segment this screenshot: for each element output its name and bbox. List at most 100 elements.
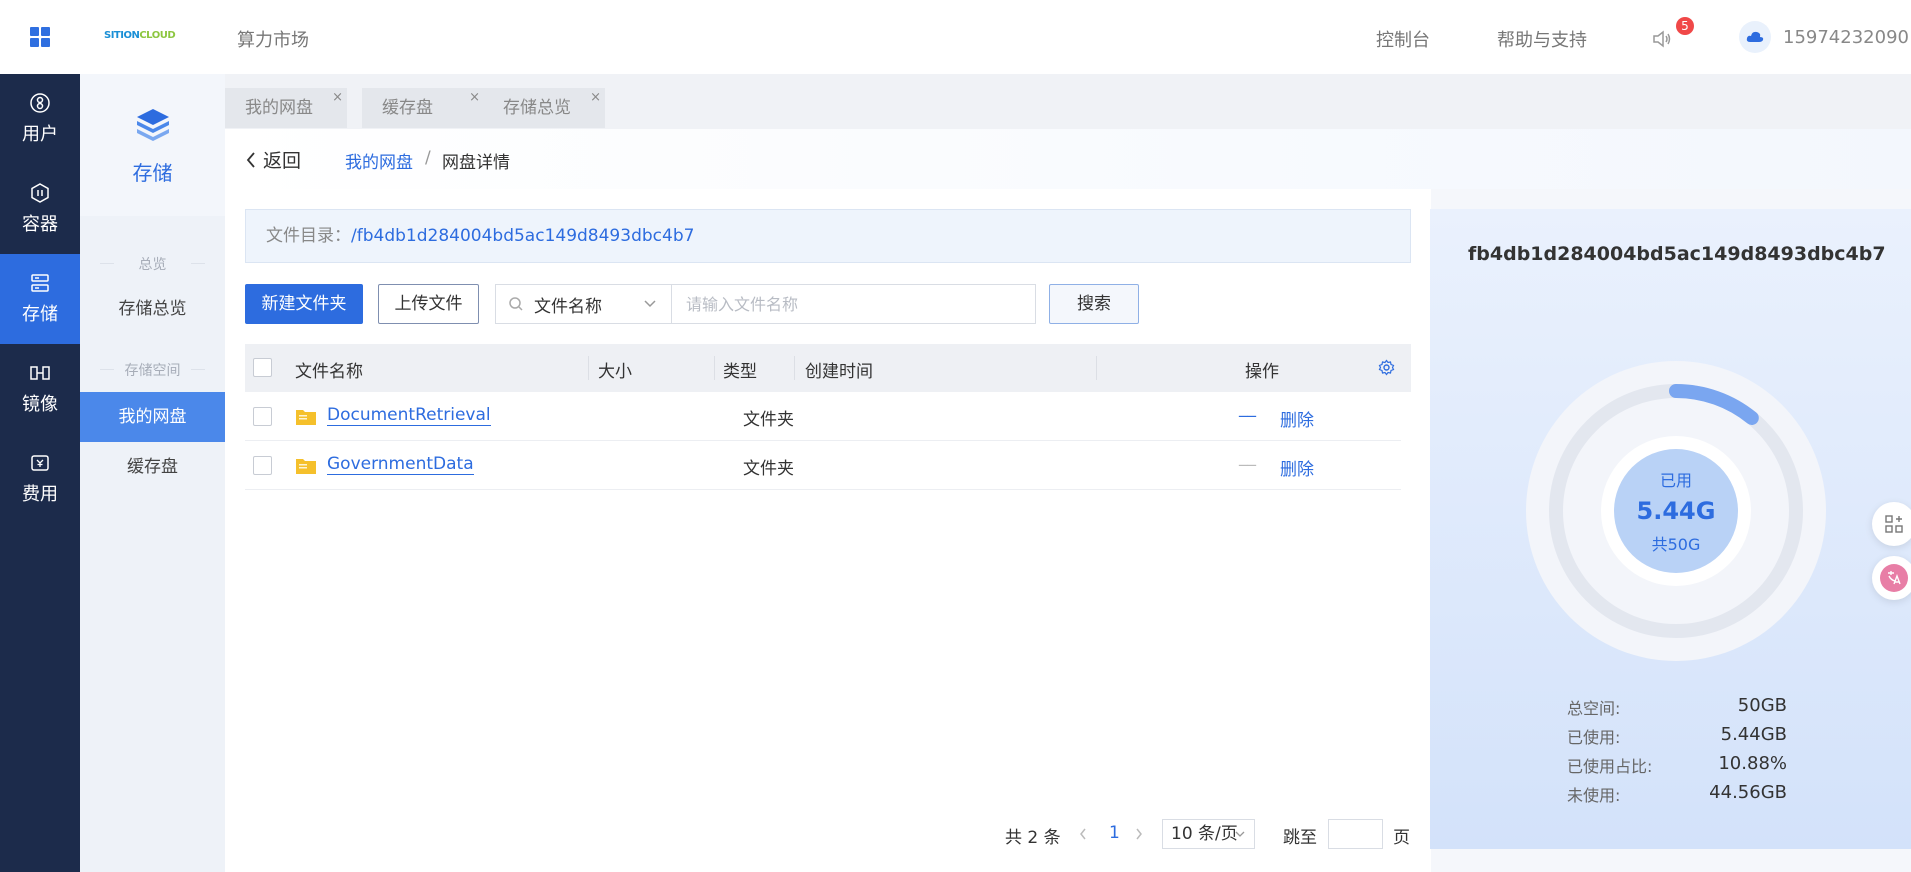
file-panel: 文件目录：/fb4db1d284004bd5ac149d8493dbc4b7 新…	[225, 189, 1431, 872]
speaker-icon[interactable]	[1651, 28, 1673, 50]
sidebar-group-storage-space: 存储空间	[80, 360, 225, 380]
search-button[interactable]: 搜索	[1049, 284, 1139, 324]
sidebar-item-cache-disk[interactable]: 缓存盘	[80, 442, 225, 492]
page-size-value: 10 条/页	[1171, 824, 1238, 844]
stat-value: 5.44GB	[1720, 724, 1787, 745]
row-checkbox[interactable]	[253, 407, 272, 426]
user-phone[interactable]: 15974232090	[1783, 27, 1909, 48]
tab-cache-disk[interactable]: 缓存盘 ×	[362, 88, 484, 128]
chevron-left-icon[interactable]	[1078, 827, 1088, 841]
column-divider	[714, 356, 715, 380]
sidebar-item-storage-overview[interactable]: 存储总览	[80, 284, 225, 334]
rail-item-fee[interactable]: 费用	[0, 434, 80, 524]
fee-icon	[31, 455, 49, 471]
user-icon	[30, 93, 50, 113]
column-header-actions: 操作	[1245, 362, 1279, 382]
stat-value: 44.56GB	[1709, 782, 1787, 803]
table-row: GovernmentData 文件夹 __ 删除	[245, 441, 1401, 490]
directory-label: 文件目录：	[266, 226, 351, 246]
row-action-placeholder[interactable]: __	[1239, 398, 1256, 418]
delete-button[interactable]: 删除	[1280, 406, 1314, 431]
floating-translate-button[interactable]	[1872, 556, 1911, 600]
nav-computing-market[interactable]: 算力市场	[237, 26, 309, 52]
close-icon[interactable]: ×	[590, 78, 601, 118]
usage-card: fb4db1d284004bd5ac149d8493dbc4b7 已用 5.44…	[1430, 209, 1911, 849]
app-grid-button[interactable]	[0, 0, 80, 74]
folder-icon	[296, 459, 316, 474]
rail-label: 容器	[22, 214, 58, 235]
rail-item-storage[interactable]: 存储	[0, 254, 80, 344]
grid-icon	[30, 27, 50, 47]
rail-item-container[interactable]: 容器	[0, 164, 80, 254]
used-value: 5.44G	[1636, 497, 1716, 525]
notification-badge: 5	[1676, 17, 1694, 35]
tab-label: 我的网盘	[245, 98, 313, 118]
rail-label: 镜像	[22, 394, 58, 415]
image-icon	[30, 366, 50, 380]
container-icon	[31, 183, 49, 203]
usage-ring-label: 已用 5.44G 共50G	[1526, 361, 1826, 661]
column-settings-icon[interactable]	[1378, 359, 1395, 376]
sidebar-header: 存储	[80, 74, 225, 216]
top-bar: SITIONCLOUD 算力市场 控制台 帮助与支持 5 15974232090	[0, 0, 1911, 76]
stat-key: 已使用:	[1567, 728, 1621, 747]
search-field-select[interactable]: 文件名称	[495, 284, 671, 324]
rail-item-user[interactable]: 用户	[0, 74, 80, 164]
select-all-checkbox[interactable]	[253, 358, 272, 377]
sidebar-group-overview: 总览	[80, 254, 225, 274]
breadcrumb-my-disk[interactable]: 我的网盘	[345, 148, 413, 173]
storage-icon	[31, 274, 49, 292]
chevron-right-icon[interactable]	[1134, 827, 1144, 841]
search-field-value: 文件名称	[534, 296, 602, 317]
breadcrumb-current: 网盘详情	[442, 153, 510, 173]
translate-icon	[1880, 564, 1908, 592]
search-input[interactable]	[671, 284, 1036, 324]
close-icon[interactable]: ×	[332, 78, 343, 118]
directory-path: 文件目录：/fb4db1d284004bd5ac149d8493dbc4b7	[245, 209, 1411, 263]
rail-label: 费用	[22, 484, 58, 505]
file-type: 文件夹	[743, 410, 794, 430]
close-icon[interactable]: ×	[469, 78, 480, 118]
floating-apps-button[interactable]	[1872, 502, 1911, 546]
main-nav-rail: 用户 容器 存储 镜像 费用	[0, 74, 80, 872]
nav-help-support[interactable]: 帮助与支持	[1497, 26, 1587, 52]
directory-value: /fb4db1d284004bd5ac149d8493dbc4b7	[351, 226, 695, 246]
tab-my-disk[interactable]: 我的网盘 ×	[225, 88, 347, 128]
sidebar-item-my-disk[interactable]: 我的网盘	[80, 392, 225, 442]
pagination: 共 2 条 1 10 条/页 跳至 页	[225, 819, 1431, 849]
stat-value: 10.88%	[1718, 753, 1787, 774]
new-folder-button[interactable]: 新建文件夹	[245, 284, 363, 324]
upload-file-button[interactable]: 上传文件	[378, 284, 479, 324]
column-header-type: 类型	[723, 362, 757, 382]
avatar[interactable]	[1739, 21, 1771, 53]
column-header-created: 创建时间	[805, 362, 873, 382]
chevron-left-icon	[246, 151, 255, 168]
stat-value: 50GB	[1737, 695, 1787, 716]
logo: SITIONCLOUD	[104, 30, 176, 41]
back-button[interactable]: 返回	[245, 146, 301, 173]
nav-console[interactable]: 控制台	[1376, 26, 1430, 52]
page-size-select[interactable]: 10 条/页	[1162, 819, 1255, 849]
column-divider	[794, 356, 795, 380]
cloud-icon	[1746, 31, 1764, 42]
file-name-link[interactable]: GovernmentData	[327, 454, 474, 475]
breadcrumb-separator: /	[425, 148, 431, 168]
jump-page-input[interactable]	[1328, 819, 1383, 849]
rail-item-image[interactable]: 镜像	[0, 344, 80, 434]
disk-id-title: fb4db1d284004bd5ac149d8493dbc4b7	[1468, 243, 1886, 265]
rail-label: 存储	[22, 304, 58, 325]
delete-button[interactable]: 删除	[1280, 455, 1314, 480]
row-checkbox[interactable]	[253, 456, 272, 475]
table-header: 文件名称 大小 类型 创建时间 操作	[245, 344, 1411, 392]
row-action-placeholder[interactable]: __	[1239, 447, 1256, 467]
folder-icon	[296, 410, 316, 425]
chevron-down-icon	[1235, 831, 1245, 837]
file-name-link[interactable]: DocumentRetrieval	[327, 405, 491, 426]
search-icon	[509, 297, 523, 311]
column-divider	[1096, 356, 1097, 380]
apps-add-icon	[1885, 515, 1903, 533]
pagination-page[interactable]: 1	[1109, 823, 1120, 843]
sidebar-title: 存储	[132, 160, 173, 185]
tab-storage-overview[interactable]: 存储总览 ×	[483, 88, 605, 128]
total-label: 共50G	[1651, 535, 1701, 554]
